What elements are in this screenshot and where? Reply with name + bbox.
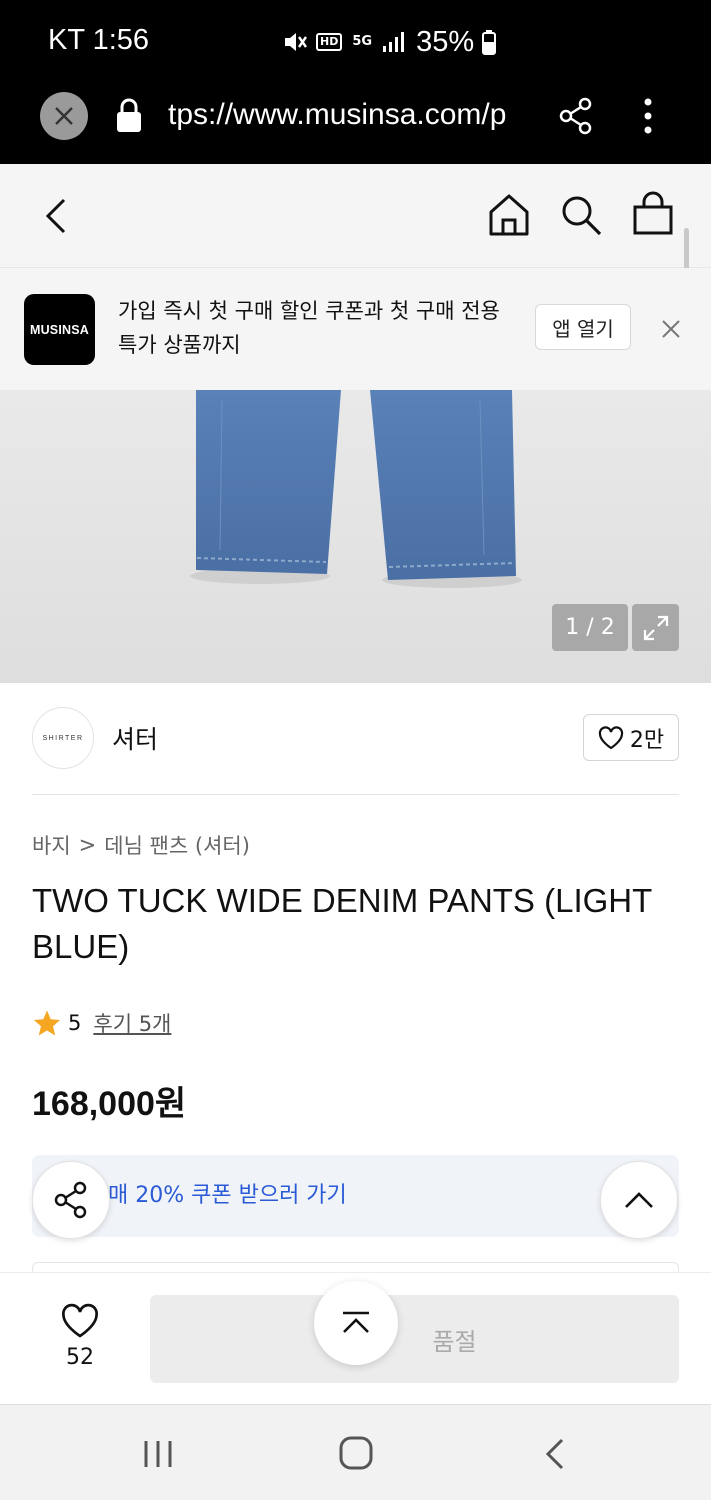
scroll-to-top-button[interactable] <box>314 1281 398 1365</box>
review-count-link[interactable]: 후기 5개 <box>93 1008 171 1038</box>
scroll-top-icon <box>343 1311 369 1333</box>
brand-like-button[interactable]: 2만 <box>583 714 679 761</box>
breadcrumb-subcategory[interactable]: 데님 팬츠 (셔터) <box>104 830 250 860</box>
hd-badge: HD <box>316 33 343 51</box>
battery-icon <box>482 30 497 55</box>
network-badge: 5G <box>352 34 373 49</box>
product-title: TWO TUCK WIDE DENIM PANTS (LIGHT BLUE) <box>32 882 652 965</box>
divider <box>32 794 679 795</box>
close-icon <box>55 107 73 125</box>
status-icons: HD 5G 35% <box>282 25 497 58</box>
rating-value: 5 <box>68 1011 82 1035</box>
product-price: 168,000원 <box>32 1085 187 1123</box>
share-icon[interactable] <box>558 96 594 136</box>
banner-message: 가입 즉시 첫 구매 할인 쿠폰과 첫 구매 전용 특가 상품까지 <box>118 299 500 357</box>
search-icon[interactable] <box>558 192 604 238</box>
back-icon[interactable] <box>36 194 76 238</box>
battery-percent: 35% <box>416 25 475 58</box>
system-nav-bar <box>0 1404 711 1500</box>
brand-like-count: 2만 <box>629 727 665 753</box>
browser-url-bar: tps://www.musinsa.com/p <box>0 84 711 164</box>
url-field[interactable]: tps://www.musinsa.com/p <box>168 98 530 138</box>
breadcrumb: 바지 > 데님 팬츠 (셔터) <box>32 830 250 860</box>
wishlist-button[interactable]: 52 <box>54 1303 106 1370</box>
collapse-button[interactable] <box>600 1161 678 1239</box>
soldout-label: 품절 <box>432 1327 477 1356</box>
heart-icon <box>62 1303 98 1338</box>
home-button-icon[interactable] <box>338 1435 374 1471</box>
open-app-button[interactable]: 앱 열기 <box>535 304 631 350</box>
coupon-text[interactable]: 매 20% 쿠폰 받으러 가기 <box>108 1177 347 1209</box>
recent-apps-icon[interactable] <box>142 1439 174 1469</box>
wishlist-count: 52 <box>66 1345 94 1370</box>
lock-icon <box>117 98 141 132</box>
share-button[interactable] <box>32 1161 110 1239</box>
breadcrumb-category[interactable]: 바지 <box>32 830 71 860</box>
coupon-banner[interactable]: 매 20% 쿠폰 받으러 가기 <box>32 1155 679 1237</box>
more-menu-icon[interactable] <box>636 96 660 136</box>
app-install-banner: MUSINSA 가입 즉시 첫 구매 할인 쿠폰과 첫 구매 전용 특가 상품까… <box>0 268 711 390</box>
close-tab-button[interactable] <box>40 92 88 140</box>
status-bar: KT 1:56 HD 5G 35% <box>0 0 711 84</box>
mute-icon <box>285 33 307 51</box>
musinsa-logo: MUSINSA <box>24 294 95 365</box>
rating-row: 5 후기 5개 <box>32 1008 171 1038</box>
expand-icon <box>643 615 668 640</box>
option-card <box>32 1262 679 1272</box>
soldout-button[interactable]: 품절 <box>150 1295 679 1383</box>
heart-icon <box>598 725 623 749</box>
close-icon[interactable] <box>660 318 682 340</box>
site-header <box>0 164 711 268</box>
expand-image-button[interactable] <box>632 604 679 651</box>
shopping-bag-icon[interactable] <box>630 190 676 238</box>
breadcrumb-separator: > <box>78 833 97 857</box>
back-icon[interactable] <box>542 1437 570 1471</box>
signal-icon <box>383 32 405 52</box>
star-icon <box>33 1010 61 1036</box>
home-icon[interactable] <box>486 192 532 238</box>
status-time: KT 1:56 <box>48 24 150 56</box>
purchase-bar: 52 품절 <box>0 1272 711 1404</box>
product-image-gallery[interactable]: 1 / 2 <box>0 390 711 683</box>
brand-logo[interactable]: SHIRTER <box>32 707 94 769</box>
chevron-up-icon <box>625 1192 653 1208</box>
brand-name[interactable]: 셔터 <box>112 720 158 756</box>
image-counter: 1 / 2 <box>552 604 628 651</box>
share-icon <box>54 1181 87 1219</box>
